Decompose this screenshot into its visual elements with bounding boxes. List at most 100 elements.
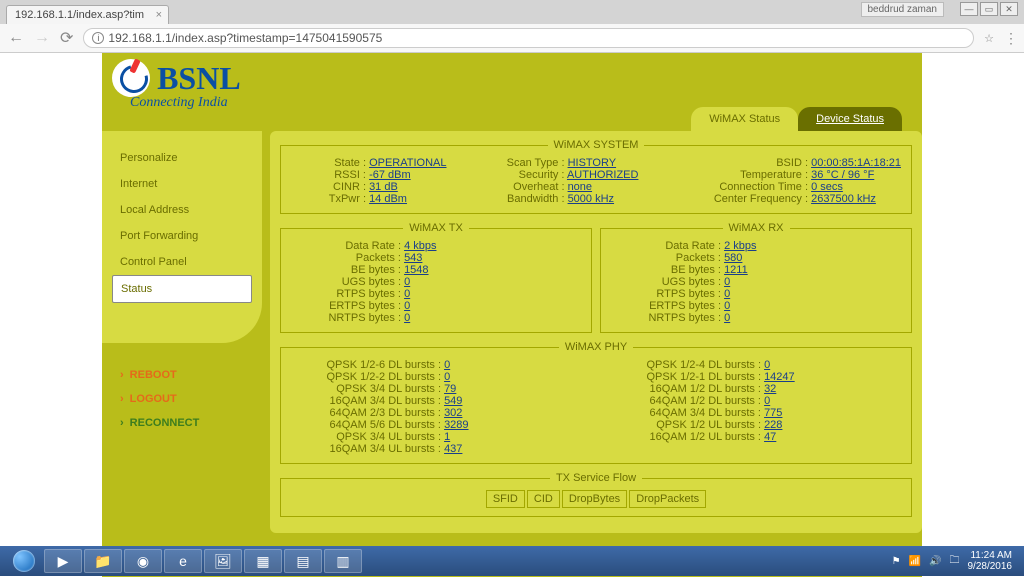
taskbar: ▶ 📁 ◉ e 🖼 ▦ ▤ ▥ ⚑ 📶 🔊 🗀 11:24 AM 9/28/20… [0, 546, 1024, 576]
tx-grid-ertps: ERTPS bytes : 0 [291, 300, 581, 312]
url-text: 192.168.1.1/index.asp?timestamp=14750415… [108, 31, 382, 45]
phy-row: 16QAM 1/2 DL bursts : 32 [611, 383, 901, 395]
tx-service-flow-box: TX Service Flow SFIDCIDDropBytesDropPack… [280, 472, 912, 517]
bsid-value[interactable]: 00:00:85:1A:18:21 [811, 157, 901, 169]
rx-grid-be: BE bytes : 1211 [611, 264, 901, 276]
action-logout[interactable]: LOGOUT [112, 387, 252, 411]
sflow-header-dropbytes[interactable]: DropBytes [562, 490, 627, 508]
overheat-value[interactable]: none [568, 181, 592, 193]
cinr-value[interactable]: 31 dB [369, 181, 398, 193]
rx-grid-ertps: ERTPS bytes : 0 [611, 300, 901, 312]
phy-row: QPSK 1/2 UL bursts : 228 [611, 419, 901, 431]
wimax-rx-legend: WiMAX RX [723, 222, 790, 234]
minimize-icon[interactable]: — [960, 2, 978, 16]
wimax-phy-legend: WiMAX PHY [559, 341, 633, 353]
phy-row: 64QAM 3/4 DL bursts : 775 [611, 407, 901, 419]
tx-grid-rtps: RTPS bytes : 0 [291, 288, 581, 300]
content-row: PersonalizeInternetLocal AddressPort For… [102, 131, 922, 533]
wimax-tx-box: WiMAX TX Data Rate : 4 kbpsPackets : 543… [280, 222, 592, 333]
taskbar-chrome-icon[interactable]: ◉ [124, 549, 162, 573]
rx-grid-rtps: RTPS bytes : 0 [611, 288, 901, 300]
tx-grid-be: BE bytes : 1548 [291, 264, 581, 276]
url-bar[interactable]: i 192.168.1.1/index.asp?timestamp=147504… [83, 28, 974, 48]
tray-network-icon[interactable]: 📶 [909, 556, 921, 567]
sidebar-actions: REBOOTLOGOUTRECONNECT [102, 363, 262, 435]
tab-wimax-status[interactable]: WiMAX Status [691, 107, 798, 131]
taskbar-media-icon[interactable]: ▶ [44, 549, 82, 573]
security-value[interactable]: AUTHORIZED [567, 169, 639, 181]
tx-service-flow-legend: TX Service Flow [550, 472, 642, 484]
sidebar-item-internet[interactable]: Internet [112, 171, 252, 197]
tx-grid-pk: Packets : 543 [291, 252, 581, 264]
site-info-icon[interactable]: i [92, 32, 104, 44]
rssi-value[interactable]: -67 dBm [369, 169, 411, 181]
phy-row: QPSK 3/4 UL bursts : 1 [291, 431, 581, 443]
tx-grid-ugs: UGS bytes : 0 [291, 276, 581, 288]
tagline: Connecting India [130, 95, 241, 111]
window-controls: — ▭ ✕ [960, 2, 1018, 16]
page-body: BSNL Connecting India WiMAX Status Devic… [0, 53, 1024, 577]
bsnl-logo-icon [112, 59, 150, 97]
phy-row: QPSK 1/2-1 DL bursts : 14247 [611, 371, 901, 383]
txpwr-value[interactable]: 14 dBm [369, 193, 407, 205]
tray-flag-icon[interactable]: ⚑ [892, 556, 901, 567]
sidebar-item-status[interactable]: Status [112, 275, 252, 303]
nav-bar: ← → ⟳ i 192.168.1.1/index.asp?timestamp=… [0, 24, 1024, 52]
taskbar-app2-icon[interactable]: ▤ [284, 549, 322, 573]
tab-device-status[interactable]: Device Status [798, 107, 902, 131]
sidebar: PersonalizeInternetLocal AddressPort For… [102, 131, 262, 343]
rx-grid-ugs: UGS bytes : 0 [611, 276, 901, 288]
sidebar-item-personalize[interactable]: Personalize [112, 145, 252, 171]
taskbar-app3-icon[interactable]: ▥ [324, 549, 362, 573]
wimax-tx-legend: WiMAX TX [403, 222, 469, 234]
main-panel: WiMAX SYSTEM State : OPERATIONAL RSSI : … [270, 131, 922, 533]
sflow-header-cid[interactable]: CID [527, 490, 560, 508]
sidebar-item-port-forwarding[interactable]: Port Forwarding [112, 223, 252, 249]
sflow-header-sfid[interactable]: SFID [486, 490, 525, 508]
taskbar-explorer-icon[interactable]: 📁 [84, 549, 122, 573]
action-reboot[interactable]: REBOOT [112, 363, 252, 387]
start-button[interactable] [6, 548, 42, 574]
taskbar-app-icon[interactable]: ▦ [244, 549, 282, 573]
bookmark-icon[interactable]: ☆ [984, 32, 994, 45]
brand-text: BSNL [157, 60, 241, 97]
close-icon[interactable]: × [156, 9, 162, 21]
browser-tab[interactable]: 192.168.1.1/index.asp?tim × [6, 5, 169, 24]
sidebar-item-local-address[interactable]: Local Address [112, 197, 252, 223]
phy-row: 64QAM 5/6 DL bursts : 3289 [291, 419, 581, 431]
reload-icon[interactable]: ⟳ [60, 28, 73, 48]
browser-chrome: 192.168.1.1/index.asp?tim × beddrud zama… [0, 0, 1024, 53]
phy-row: 16QAM 1/2 UL bursts : 47 [611, 431, 901, 443]
wimax-phy-box: WiMAX PHY QPSK 1/2-6 DL bursts : 0QPSK 1… [280, 341, 912, 464]
tray-clock[interactable]: 11:24 AM 9/28/2016 [968, 550, 1013, 572]
router-app: BSNL Connecting India WiMAX Status Devic… [102, 53, 922, 577]
logo: BSNL Connecting India [112, 59, 241, 111]
sidebar-column: PersonalizeInternetLocal AddressPort For… [102, 131, 262, 533]
center-freq-value[interactable]: 2637500 kHz [811, 193, 876, 205]
tab-bar: 192.168.1.1/index.asp?tim × beddrud zama… [0, 0, 1024, 24]
close-window-icon[interactable]: ✕ [1000, 2, 1018, 16]
user-badge[interactable]: beddrud zaman [861, 2, 945, 17]
header: BSNL Connecting India WiMAX Status Devic… [102, 53, 922, 131]
system-tray: ⚑ 📶 🔊 🗀 11:24 AM 9/28/2016 [892, 550, 1018, 572]
sflow-header-droppackets[interactable]: DropPackets [629, 490, 706, 508]
state-value[interactable]: OPERATIONAL [369, 157, 446, 169]
phy-row: 64QAM 1/2 DL bursts : 0 [611, 395, 901, 407]
tray-battery-icon[interactable]: 🗀 [950, 553, 960, 570]
tray-volume-icon[interactable]: 🔊 [929, 556, 941, 567]
taskbar-ie-icon[interactable]: e [164, 549, 202, 573]
temperature-value[interactable]: 36 °C / 96 °F [811, 169, 874, 181]
forward-icon[interactable]: → [34, 29, 50, 47]
wimax-rx-box: WiMAX RX Data Rate : 2 kbpsPackets : 580… [600, 222, 912, 333]
back-icon[interactable]: ← [8, 29, 24, 47]
bandwidth-value[interactable]: 5000 kHz [568, 193, 614, 205]
taskbar-photos-icon[interactable]: 🖼 [204, 549, 242, 573]
action-reconnect[interactable]: RECONNECT [112, 411, 252, 435]
browser-menu-icon[interactable]: ⋮ [1004, 30, 1016, 47]
tx-grid-dr: Data Rate : 4 kbps [291, 240, 581, 252]
rx-grid-dr: Data Rate : 2 kbps [611, 240, 901, 252]
maximize-icon[interactable]: ▭ [980, 2, 998, 16]
connection-time-value[interactable]: 0 secs [811, 181, 843, 193]
scan-value[interactable]: HISTORY [568, 157, 617, 169]
sidebar-item-control-panel[interactable]: Control Panel [112, 249, 252, 275]
